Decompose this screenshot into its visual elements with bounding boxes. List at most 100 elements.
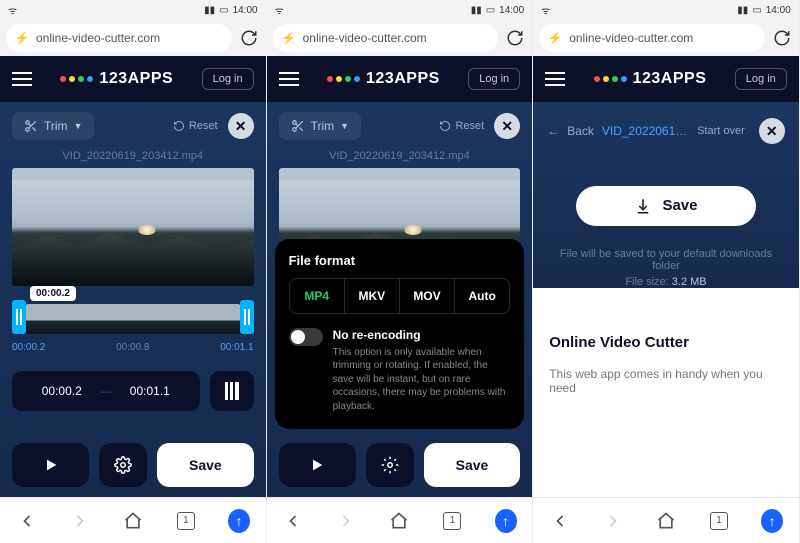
timeline[interactable]: 00:00.2 00:00.2 00:00.8 00:01.1 (12, 304, 254, 353)
url-text: online-video-cutter.com (303, 31, 427, 45)
url-box[interactable]: ⚡ online-video-cutter.com (273, 24, 499, 52)
address-bar: ⚡online-video-cutter.com (533, 20, 799, 56)
format-auto[interactable]: Auto (455, 279, 509, 313)
nav-back[interactable] (16, 510, 38, 532)
start-over-button[interactable]: Start over (697, 125, 745, 137)
amp-icon: ⚡ (281, 30, 297, 46)
filename-link[interactable]: VID_20220619_203412.mp4 (602, 124, 689, 138)
reload-button[interactable] (771, 27, 793, 49)
back-arrow-icon[interactable]: ← (547, 124, 559, 138)
login-button[interactable]: Log in (468, 68, 520, 90)
split-button[interactable] (210, 371, 254, 411)
scissors-icon (24, 119, 38, 133)
nav-tabs[interactable]: 1 (175, 510, 197, 532)
no-reencoding-title: No re-encoding (333, 328, 511, 342)
close-button[interactable]: ✕ (494, 113, 520, 139)
save-button[interactable]: Save (424, 443, 520, 487)
format-mp4[interactable]: MP4 (290, 279, 345, 313)
nav-back[interactable] (282, 510, 304, 532)
video-preview[interactable] (12, 168, 254, 286)
url-box[interactable]: ⚡ online-video-cutter.com (6, 24, 232, 52)
back-label[interactable]: Back (567, 124, 594, 138)
nav-home[interactable] (388, 510, 410, 532)
nav-up[interactable]: ↑ (495, 510, 517, 532)
nav-home[interactable] (122, 510, 144, 532)
nav-tabs[interactable]: 1 (708, 510, 730, 532)
logo-dots-icon (60, 76, 93, 82)
save-button[interactable]: Save (157, 443, 253, 487)
wifi-icon: ᯤ (275, 3, 284, 17)
app-header: 123APPS Log in (267, 56, 533, 102)
reload-button[interactable] (504, 27, 526, 49)
logo-dots-icon (327, 76, 360, 82)
up-icon: ↑ (495, 509, 517, 533)
browser-nav: 1 ↑ (0, 497, 266, 543)
trim-dropdown[interactable]: Trim▼ (279, 112, 361, 140)
settings-button[interactable] (99, 443, 147, 487)
file-format-panel: File format MP4 MKV MOV Auto No re-encod… (275, 239, 525, 430)
logo: 123APPS (327, 70, 440, 88)
nav-tabs[interactable]: 1 (441, 510, 463, 532)
app-header: 123APPS Log in (0, 56, 266, 102)
format-mov[interactable]: MOV (400, 279, 455, 313)
close-button[interactable]: ✕ (759, 118, 785, 144)
nav-home[interactable] (655, 510, 677, 532)
trim-label: Trim (44, 119, 68, 133)
info-title: Online Video Cutter (549, 334, 783, 351)
status-time: 14:00 (233, 5, 258, 16)
trim-start-handle[interactable] (12, 300, 26, 334)
save-screen-content: ← Back VID_20220619_203412.mp4 Start ove… (533, 102, 799, 288)
menu-button[interactable] (545, 72, 565, 86)
nav-forward (602, 510, 624, 532)
menu-button[interactable] (12, 72, 32, 86)
format-mkv[interactable]: MKV (345, 279, 400, 313)
trim-label: Trim (311, 119, 335, 133)
editor-toolbar: Trim ▼ Reset ✕ (12, 112, 254, 140)
nav-up[interactable]: ↑ (761, 510, 783, 532)
reset-button[interactable]: Reset (439, 120, 484, 132)
battery-icon: ▭ (752, 5, 761, 16)
nav-up[interactable]: ↑ (228, 510, 250, 532)
play-icon (43, 457, 59, 473)
editor-content: Trim ▼ Reset ✕ VID_20220619_203412.mp4 0… (0, 102, 266, 497)
up-icon: ↑ (228, 509, 250, 533)
tick-0: 00:00.2 (12, 342, 45, 353)
login-button[interactable]: Log in (202, 68, 254, 90)
close-button[interactable]: ✕ (228, 113, 254, 139)
split-icon (225, 382, 239, 400)
settings-button[interactable] (366, 443, 414, 487)
save-label: Save (662, 197, 697, 214)
trim-dropdown[interactable]: Trim ▼ (12, 112, 94, 140)
no-reencoding-toggle[interactable] (289, 328, 323, 346)
nav-forward (69, 510, 91, 532)
browser-nav: 1 ↑ (533, 497, 799, 543)
login-button[interactable]: Log in (735, 68, 787, 90)
save-note: File will be saved to your default downl… (547, 248, 785, 288)
status-bar: ᯤ ▮▮▭14:00 (267, 0, 533, 20)
time-tooltip: 00:00.2 (30, 286, 76, 301)
play-button[interactable] (279, 443, 356, 487)
nav-back[interactable] (549, 510, 571, 532)
reset-label: Reset (189, 120, 218, 132)
trim-end-handle[interactable] (240, 300, 254, 334)
save-download-button[interactable]: Save (576, 186, 756, 226)
nav-forward (335, 510, 357, 532)
format-options: MP4 MKV MOV Auto (289, 278, 511, 314)
amp-icon: ⚡ (547, 30, 563, 46)
logo-text: 123APPS (99, 70, 173, 88)
play-button[interactable] (12, 443, 89, 487)
reload-button[interactable] (238, 27, 260, 49)
frames-strip[interactable] (26, 304, 240, 334)
tabs-count: 1 (710, 512, 728, 530)
url-box[interactable]: ⚡online-video-cutter.com (539, 24, 765, 52)
filename-label: VID_20220619_203412.mp4 (279, 150, 521, 162)
reset-icon (439, 120, 451, 132)
play-icon (309, 457, 325, 473)
reset-icon (173, 120, 185, 132)
editor-content: Trim▼ Reset ✕ VID_20220619_203412.mp4 Fi… (267, 102, 533, 497)
reset-button[interactable]: Reset (173, 120, 218, 132)
no-reencoding-row: No re-encoding This option is only avail… (289, 328, 511, 414)
menu-button[interactable] (279, 72, 299, 86)
time-range-box[interactable]: 00:00.2 — 00:01.1 (12, 371, 200, 411)
logo: 123APPS (60, 70, 173, 88)
